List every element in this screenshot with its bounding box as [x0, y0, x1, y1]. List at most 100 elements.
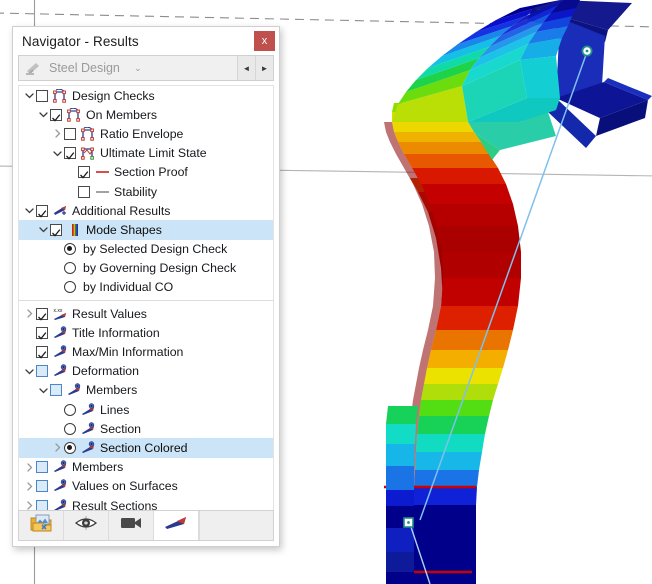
tree-item-ultimate-limit-state[interactable]: Ultimate Limit State [19, 144, 273, 163]
checkbox[interactable] [78, 185, 90, 198]
tree-separator [19, 300, 273, 302]
toolbar-tab-project-navigator[interactable] [19, 511, 64, 540]
tree-item-label: Members [72, 460, 124, 475]
checkbox[interactable] [36, 461, 48, 474]
page-title: Navigator - Results [22, 33, 139, 49]
tree-item-design-checks[interactable]: Design Checks [19, 86, 273, 105]
tree-item-label: On Members [86, 107, 158, 122]
result-arrow-icon [67, 383, 82, 397]
panel-titlebar: Navigator - Results x [13, 27, 279, 55]
checkbox[interactable] [36, 307, 48, 321]
result-values-icon: x.xx [53, 307, 68, 321]
results-tree[interactable]: Design Checks On Members Ratio Envelope [18, 85, 274, 510]
tree-item-title-information[interactable]: Title Information [19, 323, 273, 342]
checkbox[interactable] [64, 127, 76, 140]
radio-button[interactable] [64, 281, 76, 294]
chevron-down-icon[interactable] [37, 386, 50, 395]
chevron-down-icon[interactable] [51, 149, 64, 158]
results-arrow-icon [164, 516, 188, 535]
result-arrow-icon [81, 422, 96, 436]
checkbox[interactable] [36, 346, 48, 359]
project-navigator-icon [30, 514, 52, 537]
tree-item-on-members[interactable]: On Members [19, 105, 273, 124]
chevron-right-icon[interactable] [23, 482, 36, 491]
checkbox[interactable] [50, 384, 62, 397]
radio-button[interactable] [64, 422, 76, 435]
tree-item-result-sections[interactable]: Result Sections [19, 496, 273, 510]
design-combobox-value: Steel Design [49, 61, 120, 75]
tree-item-label: Mode Shapes [86, 222, 162, 237]
tree-item-label: Stability [114, 184, 158, 199]
chevron-right-icon[interactable] [23, 309, 36, 318]
chevron-down-icon[interactable] [23, 367, 36, 376]
checkbox[interactable] [36, 499, 48, 510]
tree-item-section[interactable]: Section [19, 419, 273, 438]
result-arrow-icon [53, 460, 68, 474]
chevron-right-icon[interactable] [23, 501, 36, 510]
tree-item-additional-results[interactable]: Additional Results [19, 201, 273, 220]
chevron-down-icon[interactable]: ⌄ [127, 63, 149, 74]
tree-item-stability[interactable]: Stability [19, 182, 273, 201]
chevron-right-icon[interactable] [51, 443, 64, 453]
checkbox[interactable] [36, 204, 48, 218]
tree-item-label: Ratio Envelope [100, 126, 184, 141]
beam-bottom-left-wedge [386, 406, 418, 584]
chevron-down-icon[interactable] [37, 110, 50, 119]
toolbar-tab-eye-views[interactable] [64, 511, 109, 540]
navigator-results-panel[interactable]: Navigator - Results x Steel Design ⌄ ◄ ► [12, 26, 280, 547]
tree-item-ratio-envelope[interactable]: Ratio Envelope [19, 124, 273, 143]
tree-item-by-governing-design-check[interactable]: by Governing Design Check [19, 259, 273, 278]
checkbox[interactable] [36, 365, 48, 378]
chevron-down-icon[interactable] [37, 225, 50, 234]
radio-button[interactable] [64, 403, 76, 416]
chevron-right-icon[interactable] [23, 463, 36, 472]
tree-item-values-on-surfaces[interactable]: Values on Surfaces [19, 477, 273, 496]
radio-button[interactable] [64, 243, 76, 256]
tree-item-max-min-information[interactable]: Max/Min Information [19, 342, 273, 361]
tree-item-label: Section [100, 421, 142, 436]
tree-item-members[interactable]: Members [19, 458, 273, 477]
navigator-tabs[interactable] [18, 510, 274, 541]
tree-item-section-proof[interactable]: Section Proof [19, 163, 273, 182]
tree-item-lines[interactable]: Lines [19, 400, 273, 419]
tree-item-label: Result Sections [72, 498, 158, 510]
checkbox[interactable] [36, 480, 48, 493]
result-arrow-icon [53, 498, 68, 510]
tree-item-deformation[interactable]: Deformation [19, 362, 273, 381]
tree-item-label: Members [86, 383, 138, 398]
chevron-down-icon[interactable] [23, 206, 36, 215]
tree-item-label: Design Checks [72, 88, 155, 103]
checkbox[interactable] [36, 326, 48, 340]
checkbox[interactable] [78, 166, 90, 179]
previous-button[interactable]: ◄ [237, 56, 255, 80]
next-button[interactable]: ► [255, 56, 273, 80]
checkbox[interactable] [64, 147, 76, 160]
design-combobox[interactable]: Steel Design ⌄ [19, 56, 237, 80]
steel-design-icon [25, 61, 42, 76]
tree-item-members[interactable]: Members [19, 381, 273, 400]
chevron-down-icon[interactable] [23, 91, 36, 100]
tree-item-by-individual-co[interactable]: by Individual CO [19, 278, 273, 297]
tree-item-label: Additional Results [72, 203, 171, 218]
radio-button[interactable] [64, 441, 76, 454]
eye-views-icon [74, 515, 98, 536]
checkbox[interactable] [36, 89, 48, 102]
tree-item-result-values[interactable]: x.xx Result Values [19, 304, 273, 323]
close-button[interactable]: x [254, 31, 275, 51]
design-selector[interactable]: Steel Design ⌄ ◄ ► [18, 55, 274, 81]
tree-item-label: Ultimate Limit State [100, 146, 207, 161]
toolbar-tab-results-arrow[interactable] [154, 511, 199, 540]
toolbar-tab-camera[interactable] [109, 511, 154, 540]
chevron-right-icon[interactable] [51, 129, 64, 139]
tree-item-mode-shapes[interactable]: Mode Shapes [19, 220, 273, 240]
tree-item-by-selected-design-check[interactable]: by Selected Design Check [19, 240, 273, 259]
tree-item-section-colored[interactable]: Section Colored [19, 438, 273, 458]
radio-button[interactable] [64, 262, 76, 275]
design-check-icon [67, 107, 82, 122]
svg-text:x.xx: x.xx [54, 308, 63, 314]
limit-state-icon [81, 146, 96, 160]
checkbox[interactable] [50, 108, 62, 122]
tree-item-label: Section Proof [114, 165, 188, 180]
result-arrow-icon [53, 364, 68, 378]
checkbox[interactable] [50, 223, 62, 237]
